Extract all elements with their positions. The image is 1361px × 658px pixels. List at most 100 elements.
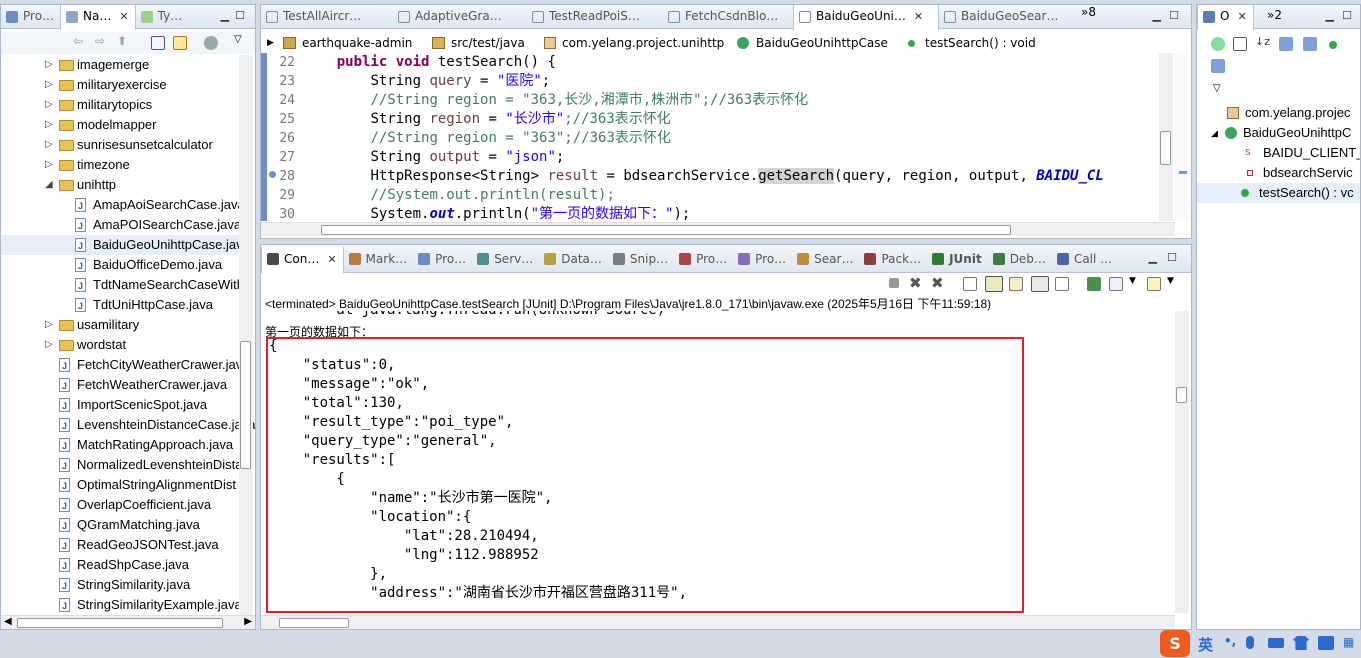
hide-static-icon[interactable] [1303, 37, 1317, 51]
open-console-icon[interactable] [1147, 277, 1161, 291]
console-view-tab[interactable]: JUnit [927, 247, 988, 273]
outline-item[interactable]: S BAIDU_CLIENT_ [1197, 143, 1360, 163]
breadcrumb-source-folder[interactable]: src/test/java [451, 33, 525, 53]
show-stdout-icon[interactable] [1031, 276, 1049, 292]
console-view-tab[interactable]: Sear… [792, 247, 859, 273]
more-tabs-button[interactable]: »8 [1081, 5, 1096, 19]
tree-folder[interactable]: ▷ timezone [1, 155, 241, 175]
expand-arrow-icon[interactable]: ▷ [45, 75, 53, 95]
maximize-icon[interactable]: ☐ [1167, 251, 1177, 264]
clear-console-icon[interactable] [963, 277, 977, 291]
breadcrumb-project[interactable]: earthquake-admin [302, 33, 412, 53]
collapse-arrow-icon[interactable]: ◢ [1211, 123, 1218, 143]
more-views-button[interactable]: »2 [1267, 8, 1282, 22]
tree-file[interactable]: AmaPOISearchCase.java [1, 215, 241, 236]
scroll-left-icon[interactable]: ◀ [4, 616, 12, 627]
console-view-tab[interactable]: Pro… [674, 247, 733, 273]
remove-launch-icon[interactable]: ✖ [909, 274, 922, 292]
maximize-icon[interactable]: ☐ [1169, 9, 1179, 22]
console-hscroll-thumb[interactable] [279, 618, 349, 628]
sogou-logo-icon[interactable]: S [1160, 630, 1190, 657]
tab-outline[interactable]: O ✕ [1197, 5, 1254, 30]
forward-icon[interactable]: ⇨ [95, 34, 105, 48]
breadcrumb-package[interactable]: com.yelang.project.unihttp [562, 33, 724, 53]
filter-icon[interactable] [204, 36, 218, 50]
editor-vscroll[interactable] [1159, 53, 1173, 221]
breadcrumb-method[interactable]: testSearch() : void [925, 33, 1036, 53]
sort-icon[interactable]: ↓z [1255, 35, 1270, 48]
console-view-tab[interactable]: Deb… [988, 247, 1052, 273]
link-editor-icon[interactable] [173, 36, 187, 50]
tree-file[interactable]: ReadShpCase.java [1, 555, 241, 576]
keyboard-icon[interactable] [1268, 638, 1284, 648]
show-stderr-icon[interactable] [1055, 277, 1069, 291]
tree-file[interactable]: ImportScenicSpot.java [1, 395, 241, 416]
tree-folder[interactable]: ▷ modelmapper [1, 115, 241, 135]
tree-file[interactable]: StringSimilarity.java [1, 575, 241, 596]
console-view-tab[interactable]: Pack… [859, 247, 927, 273]
punctuation-icon[interactable]: •, [1224, 634, 1236, 648]
tab-editor-6[interactable]: BaiduGeoSear… [939, 5, 1071, 29]
tree-file[interactable]: TdtUniHttpCase.java [1, 295, 241, 316]
maximize-icon[interactable]: ☐ [235, 9, 245, 22]
console-view-tab[interactable]: Serv… [472, 247, 539, 273]
close-icon[interactable]: ✕ [327, 253, 336, 266]
tree-file[interactable]: TdtNameSearchCaseWith [1, 275, 244, 296]
up-icon[interactable]: ⬆ [117, 34, 127, 48]
focus-icon[interactable] [1211, 37, 1225, 51]
view-menu-icon[interactable]: ▽ [1213, 83, 1221, 94]
console-output[interactable]: at java.lang.Thread.run(Unknown Source)第… [261, 311, 1175, 613]
tab-editor-3[interactable]: TestReadPoiS… [527, 5, 663, 29]
expand-arrow-icon[interactable]: ▷ [45, 335, 53, 355]
tree-file[interactable]: StringSimilarityExample.java [1, 595, 242, 616]
remove-all-icon[interactable]: ✖ [931, 274, 944, 292]
tree-file[interactable]: FetchCityWeatherCrawer.java [1, 355, 249, 376]
tree-folder[interactable]: ▷ militarytopics [1, 95, 241, 115]
console-view-tab[interactable]: Data… [539, 247, 608, 273]
tree-file[interactable]: BaiduOfficeDemo.java [1, 255, 241, 276]
tab-project-explorer[interactable]: Pro… [1, 5, 60, 29]
console-hscroll[interactable] [261, 615, 1175, 629]
expand-arrow-icon[interactable]: ▷ [45, 55, 53, 75]
tree-file[interactable]: BaiduGeoUnihttpCase.java [1, 235, 250, 256]
tree-folder[interactable]: ▷ usamilitary [1, 315, 241, 335]
expand-arrow-icon[interactable]: ▷ [45, 95, 53, 115]
collapse-arrow-icon[interactable]: ◢ [45, 175, 53, 195]
minimize-icon[interactable]: ▁ [221, 9, 229, 22]
tree-file[interactable]: OptimalStringAlignmentDist [1, 475, 241, 496]
console-vscroll-thumb[interactable] [1176, 387, 1187, 403]
tab-editor-4[interactable]: FetchCsdnBlo… [663, 5, 793, 29]
pin-console-icon[interactable] [1087, 277, 1101, 291]
expand-arrow-icon[interactable]: ▷ [45, 115, 53, 135]
expand-arrow-icon[interactable]: ▷ [45, 135, 53, 155]
expand-arrow-icon[interactable]: ▷ [45, 315, 53, 335]
voice-icon[interactable] [1246, 636, 1254, 649]
scroll-lock-icon[interactable] [985, 276, 1003, 292]
console-view-tab[interactable]: Call … [1052, 247, 1118, 273]
console-view-tab[interactable]: Pro… [413, 247, 472, 273]
minimize-icon[interactable]: ▁ [1149, 251, 1157, 264]
more-grid-icon[interactable]: ▦ [1343, 635, 1354, 649]
tab-editor-2[interactable]: AdaptiveGra… [393, 5, 527, 29]
chevron-down-icon[interactable]: ▼ [1129, 276, 1136, 286]
outline-item[interactable]: com.yelang.projec [1197, 103, 1360, 123]
tab-editor-active[interactable]: BaiduGeoUni… ✕ [793, 5, 939, 30]
minimize-icon[interactable]: ▁ [1153, 9, 1161, 22]
code-editor[interactable]: 22 23 24 25 26 27 28 29 30 public void t… [261, 53, 1175, 222]
collapse-all-icon[interactable] [151, 36, 165, 50]
tree-file[interactable]: OverlapCoefficient.java [1, 495, 241, 516]
display-console-icon[interactable] [1109, 277, 1123, 291]
toolbox-icon[interactable] [1318, 636, 1334, 650]
hide-nonpublic-icon[interactable] [1329, 41, 1337, 49]
tree-file[interactable]: QGramMatching.java [1, 515, 241, 536]
maximize-icon[interactable]: ☐ [1342, 9, 1352, 22]
tab-editor-1[interactable]: TestAllAircr… [261, 5, 393, 29]
tab-type-hierarchy[interactable]: Ty… [136, 5, 189, 29]
tree-folder[interactable]: ▷ wordstat [1, 335, 241, 355]
close-icon[interactable]: ✕ [119, 10, 128, 23]
tab-navigator[interactable]: Na… ✕ [60, 5, 136, 30]
navigator-vscroll-thumb[interactable] [240, 341, 251, 469]
tree-file[interactable]: AmapAoiSearchCase.java [1, 195, 245, 216]
tree-folder[interactable]: ◢ unihttp [1, 175, 241, 195]
console-vscroll[interactable] [1175, 311, 1189, 613]
